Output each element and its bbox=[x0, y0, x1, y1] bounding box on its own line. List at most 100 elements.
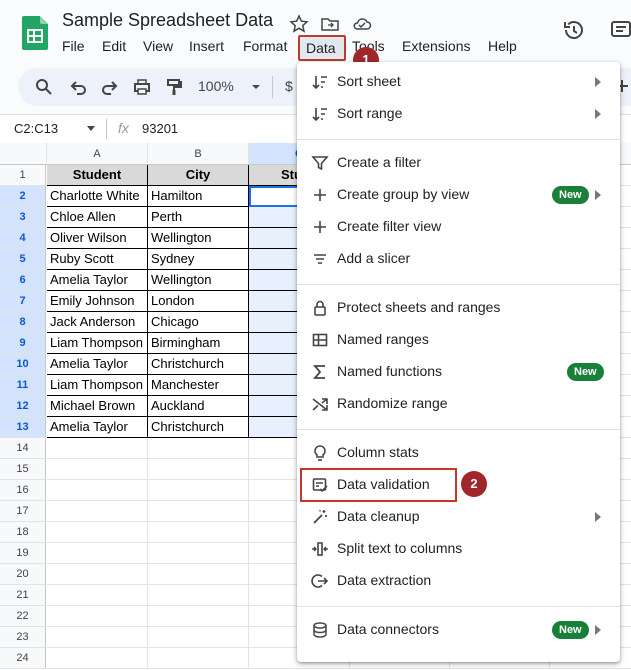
empty-cell[interactable] bbox=[148, 522, 249, 543]
menu-item-protect-sheets[interactable]: Protect sheets and ranges bbox=[297, 292, 620, 324]
row-header[interactable]: 21 bbox=[0, 585, 46, 606]
table-cell[interactable]: Jack Anderson bbox=[47, 312, 148, 333]
table-cell[interactable]: Amelia Taylor bbox=[47, 354, 148, 375]
star-icon[interactable] bbox=[289, 14, 309, 34]
menu-help[interactable]: Help bbox=[488, 38, 517, 54]
row-header[interactable]: 6 bbox=[0, 270, 46, 291]
menu-extensions[interactable]: Extensions bbox=[402, 38, 470, 54]
empty-cell[interactable] bbox=[148, 585, 249, 606]
row-header[interactable]: 11 bbox=[0, 375, 46, 396]
name-box[interactable]: C2:C13 bbox=[14, 121, 58, 136]
row-header[interactable]: 4 bbox=[0, 228, 46, 249]
redo-icon[interactable] bbox=[100, 77, 120, 97]
empty-cell[interactable] bbox=[148, 459, 249, 480]
table-cell[interactable]: Christchurch bbox=[148, 354, 249, 375]
document-title[interactable]: Sample Spreadsheet Data bbox=[62, 10, 273, 31]
move-folder-icon[interactable] bbox=[320, 14, 340, 34]
cloud-status-icon[interactable] bbox=[352, 14, 372, 34]
table-cell[interactable]: Sydney bbox=[148, 249, 249, 270]
menu-data[interactable]: Data bbox=[298, 35, 346, 61]
table-cell[interactable]: Manchester bbox=[148, 375, 249, 396]
menu-format[interactable]: Format bbox=[243, 38, 287, 54]
empty-cell[interactable] bbox=[148, 564, 249, 585]
empty-cell[interactable] bbox=[47, 522, 148, 543]
table-cell[interactable]: Emily Johnson bbox=[47, 291, 148, 312]
menu-item-named-ranges[interactable]: Named ranges bbox=[297, 324, 620, 356]
chevron-down-icon[interactable] bbox=[246, 77, 266, 97]
select-all-corner[interactable] bbox=[0, 143, 47, 165]
empty-cell[interactable] bbox=[148, 648, 249, 669]
currency-format-button[interactable]: $ bbox=[285, 78, 293, 94]
header-cell[interactable]: City bbox=[148, 165, 249, 186]
menu-edit[interactable]: Edit bbox=[102, 38, 126, 54]
table-cell[interactable]: Liam Thompson bbox=[47, 375, 148, 396]
empty-cell[interactable] bbox=[148, 501, 249, 522]
menu-item-named-functions[interactable]: Named functions New bbox=[297, 356, 620, 388]
menu-item-create-filter-view[interactable]: Create filter view bbox=[297, 211, 620, 243]
row-header[interactable]: 20 bbox=[0, 564, 46, 585]
table-cell[interactable]: Chloe Allen bbox=[47, 207, 148, 228]
empty-cell[interactable] bbox=[47, 564, 148, 585]
menu-item-add-slicer[interactable]: Add a slicer bbox=[297, 243, 620, 275]
row-header[interactable]: 1 bbox=[0, 165, 46, 186]
menu-item-randomize-range[interactable]: Randomize range bbox=[297, 388, 620, 420]
table-cell[interactable]: Christchurch bbox=[148, 417, 249, 438]
sheets-logo-icon[interactable] bbox=[22, 16, 48, 50]
table-cell[interactable]: Chicago bbox=[148, 312, 249, 333]
row-header[interactable]: 12 bbox=[0, 396, 46, 417]
empty-cell[interactable] bbox=[47, 627, 148, 648]
table-cell[interactable]: Hamilton bbox=[148, 186, 249, 207]
empty-cell[interactable] bbox=[148, 480, 249, 501]
menu-item-data-cleanup[interactable]: Data cleanup bbox=[297, 501, 620, 533]
table-cell[interactable]: Wellington bbox=[148, 228, 249, 249]
row-header[interactable]: 18 bbox=[0, 522, 46, 543]
print-icon[interactable] bbox=[132, 77, 152, 97]
menu-item-sort-sheet[interactable]: Sort sheet bbox=[297, 66, 620, 98]
search-menus-icon[interactable] bbox=[34, 77, 54, 97]
menu-item-data-connectors[interactable]: Data connectors New bbox=[297, 614, 620, 646]
table-cell[interactable]: Ruby Scott bbox=[47, 249, 148, 270]
row-header[interactable]: 7 bbox=[0, 291, 46, 312]
column-header-b[interactable]: B bbox=[148, 143, 249, 165]
table-cell[interactable]: Amelia Taylor bbox=[47, 270, 148, 291]
menu-insert[interactable]: Insert bbox=[189, 38, 224, 54]
table-cell[interactable]: Oliver Wilson bbox=[47, 228, 148, 249]
row-header[interactable]: 8 bbox=[0, 312, 46, 333]
menu-item-create-group-by-view[interactable]: Create group by view New bbox=[297, 179, 620, 211]
empty-cell[interactable] bbox=[148, 543, 249, 564]
empty-cell[interactable] bbox=[47, 543, 148, 564]
empty-cell[interactable] bbox=[47, 648, 148, 669]
empty-cell[interactable] bbox=[148, 606, 249, 627]
row-header[interactable]: 3 bbox=[0, 207, 46, 228]
version-history-icon[interactable] bbox=[562, 18, 586, 42]
menu-item-create-filter[interactable]: Create a filter bbox=[297, 147, 620, 179]
row-header[interactable]: 2 bbox=[0, 186, 46, 207]
empty-cell[interactable] bbox=[47, 480, 148, 501]
menu-item-data-extraction[interactable]: Data extraction bbox=[297, 565, 620, 597]
table-cell[interactable]: Michael Brown bbox=[47, 396, 148, 417]
row-header[interactable]: 23 bbox=[0, 627, 46, 648]
row-header[interactable]: 10 bbox=[0, 354, 46, 375]
empty-cell[interactable] bbox=[47, 459, 148, 480]
menu-item-column-stats[interactable]: Column stats bbox=[297, 437, 620, 469]
table-cell[interactable]: Charlotte White bbox=[47, 186, 148, 207]
table-cell[interactable]: Liam Thompson bbox=[47, 333, 148, 354]
menu-item-sort-range[interactable]: Sort range bbox=[297, 98, 620, 130]
row-header[interactable]: 16 bbox=[0, 480, 46, 501]
row-header[interactable]: 24 bbox=[0, 648, 46, 669]
formula-input[interactable]: 93201 bbox=[142, 121, 178, 136]
row-header[interactable]: 19 bbox=[0, 543, 46, 564]
empty-cell[interactable] bbox=[47, 438, 148, 459]
menu-file[interactable]: File bbox=[62, 38, 85, 54]
row-header[interactable]: 5 bbox=[0, 249, 46, 270]
table-cell[interactable]: Wellington bbox=[148, 270, 249, 291]
paint-format-icon[interactable] bbox=[164, 77, 184, 97]
table-cell[interactable]: Birmingham bbox=[148, 333, 249, 354]
empty-cell[interactable] bbox=[148, 438, 249, 459]
menu-view[interactable]: View bbox=[143, 38, 173, 54]
zoom-select[interactable]: 100% bbox=[198, 78, 234, 94]
table-cell[interactable]: Perth bbox=[148, 207, 249, 228]
row-header[interactable]: 13 bbox=[0, 417, 46, 438]
empty-cell[interactable] bbox=[47, 585, 148, 606]
row-header[interactable]: 9 bbox=[0, 333, 46, 354]
